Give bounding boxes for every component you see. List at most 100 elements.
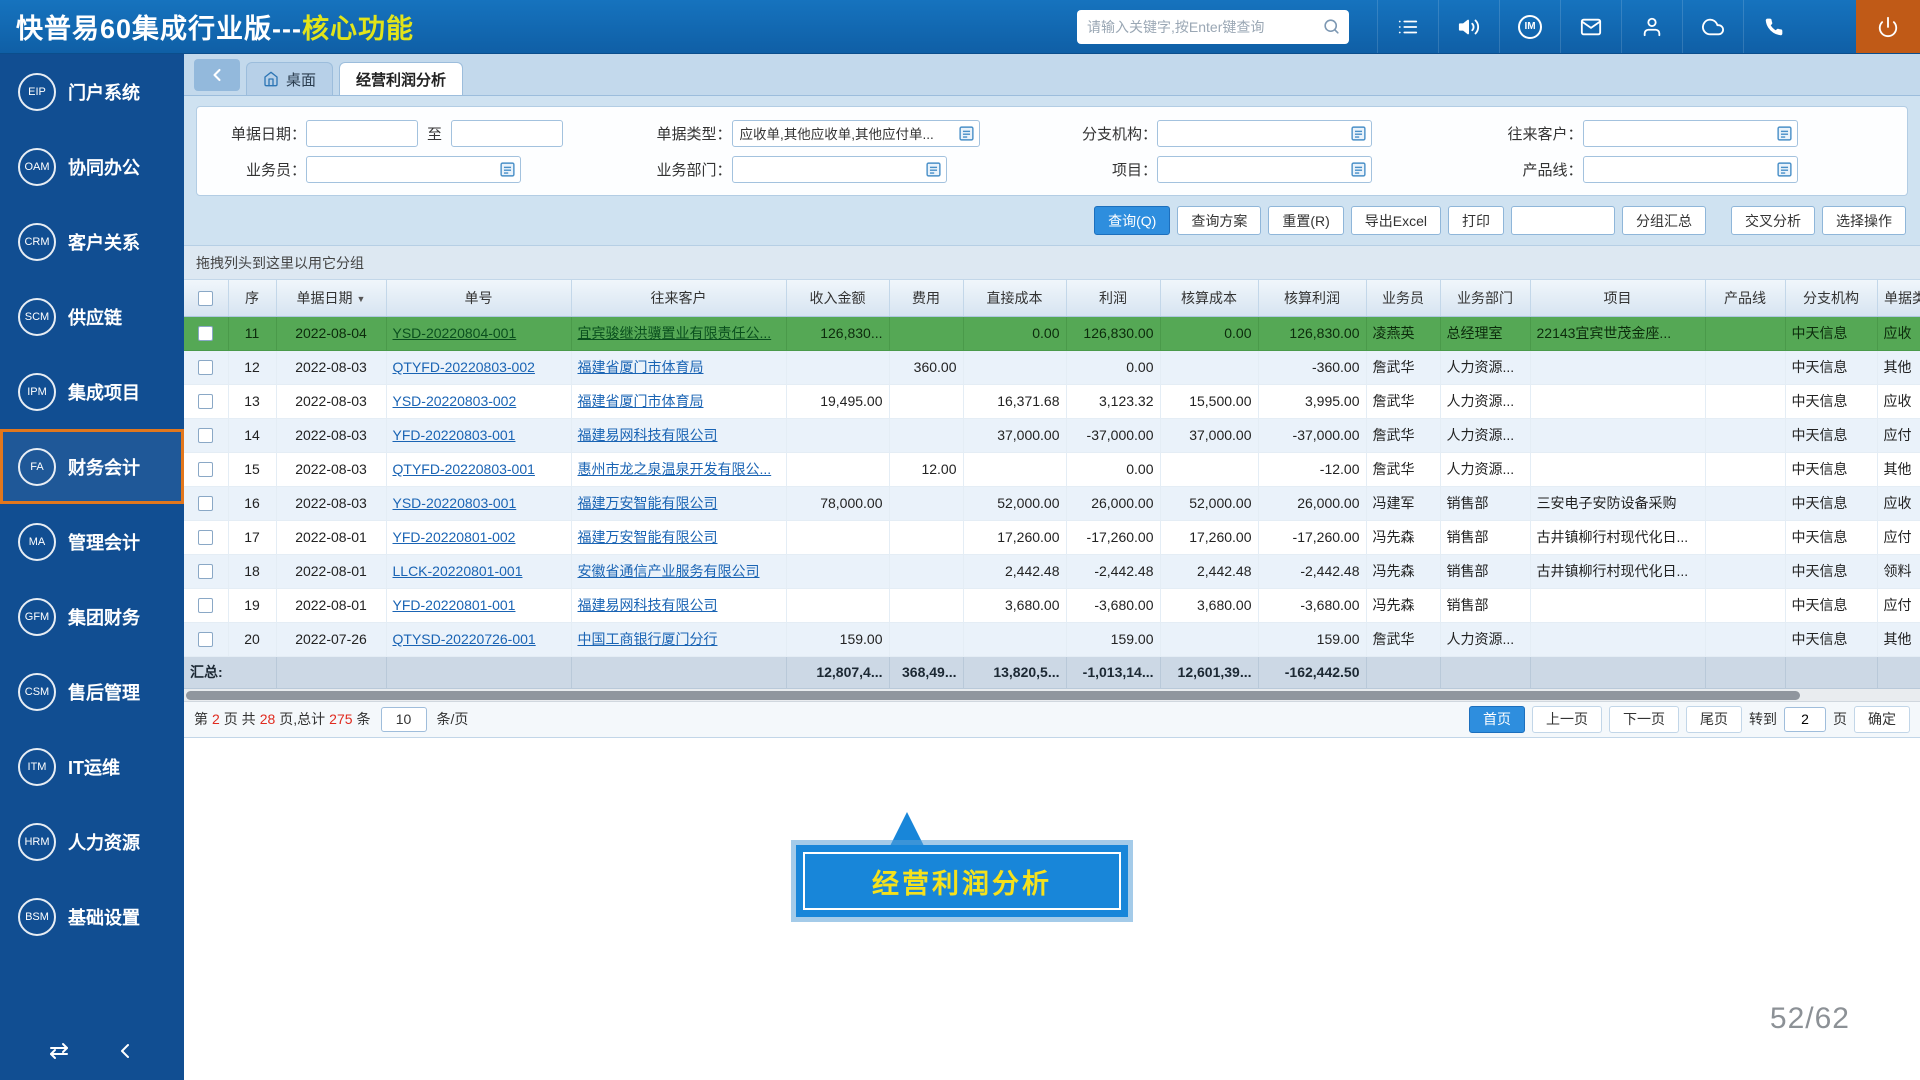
prev-page-button[interactable]: 上一页: [1532, 706, 1602, 733]
doc-no-link[interactable]: YFD-20220801-001: [393, 597, 516, 613]
page-size-select[interactable]: 10: [381, 707, 427, 732]
row-checkbox[interactable]: [198, 632, 213, 647]
project-filter[interactable]: [1157, 156, 1372, 183]
column-header-profit[interactable]: 利润: [1066, 280, 1160, 316]
cross-analysis-button[interactable]: 交叉分析: [1731, 206, 1815, 235]
column-header-direct-cost[interactable]: 直接成本: [963, 280, 1066, 316]
tab-profit-analysis[interactable]: 经营利润分析: [339, 62, 463, 95]
column-header-date[interactable]: 单据日期▼: [276, 280, 386, 316]
query-plan-button[interactable]: 查询方案: [1177, 206, 1261, 235]
column-header-doc-type[interactable]: 单据类型: [1877, 280, 1920, 316]
table-row[interactable]: 142022-08-03YFD-20220803-001福建易网科技有限公司37…: [184, 418, 1920, 452]
column-header-project[interactable]: 项目: [1530, 280, 1705, 316]
sidebar-item-scm[interactable]: SCM供应链: [0, 279, 184, 354]
picker-icon[interactable]: [925, 161, 942, 178]
print-button[interactable]: 打印: [1448, 206, 1504, 235]
date-to-input[interactable]: [451, 120, 563, 147]
customer-link[interactable]: 宜宾骏继洪骥置业有限责任公...: [578, 325, 772, 341]
group-summary-button[interactable]: 分组汇总: [1622, 206, 1706, 235]
picker-icon[interactable]: [1350, 125, 1367, 142]
swap-icon[interactable]: [47, 1039, 71, 1063]
doc-no-link[interactable]: YFD-20220801-002: [393, 529, 516, 545]
goto-confirm-button[interactable]: 确定: [1854, 706, 1910, 733]
table-row[interactable]: 192022-08-01YFD-20220801-001福建易网科技有限公司3,…: [184, 588, 1920, 622]
row-checkbox[interactable]: [198, 598, 213, 613]
collapse-sidebar-icon[interactable]: [113, 1039, 137, 1063]
customer-link[interactable]: 福建易网科技有限公司: [578, 427, 718, 443]
branch-filter[interactable]: [1157, 120, 1372, 147]
sidebar-item-ma[interactable]: MA管理会计: [0, 504, 184, 579]
column-header-income[interactable]: 收入金额: [786, 280, 889, 316]
doc-no-link[interactable]: QTYFD-20220803-001: [393, 461, 535, 477]
phone-icon[interactable]: [1743, 0, 1804, 53]
table-row[interactable]: 132022-08-03YSD-20220803-002福建省厦门市体育局19,…: [184, 384, 1920, 418]
im-icon[interactable]: IM: [1499, 0, 1560, 53]
table-row[interactable]: 172022-08-01YFD-20220801-002福建万安智能有限公司17…: [184, 520, 1920, 554]
customer-link[interactable]: 福建万安智能有限公司: [578, 495, 718, 511]
cloud-icon[interactable]: [1682, 0, 1743, 53]
customer-filter[interactable]: [1583, 120, 1798, 147]
sidebar-item-oam[interactable]: OAM协同办公: [0, 129, 184, 204]
mail-icon[interactable]: [1560, 0, 1621, 53]
doc-no-link[interactable]: YSD-20220803-002: [393, 393, 517, 409]
row-checkbox[interactable]: [198, 496, 213, 511]
table-row[interactable]: 202022-07-26QTYSD-20220726-001中国工商银行厦门分行…: [184, 622, 1920, 656]
table-row[interactable]: 112022-08-04YSD-20220804-001宜宾骏继洪骥置业有限责任…: [184, 316, 1920, 350]
search-input[interactable]: [1087, 19, 1322, 35]
doc-no-link[interactable]: YSD-20220803-001: [393, 495, 517, 511]
user-icon[interactable]: [1621, 0, 1682, 53]
power-icon[interactable]: [1856, 0, 1920, 53]
sidebar-item-eip[interactable]: EIP门户系统: [0, 54, 184, 129]
column-header-department[interactable]: 业务部门: [1440, 280, 1530, 316]
customer-link[interactable]: 中国工商银行厦门分行: [578, 631, 718, 647]
customer-link[interactable]: 福建省厦门市体育局: [578, 393, 704, 409]
sidebar-item-csm[interactable]: CSM售后管理: [0, 654, 184, 729]
column-header-fee[interactable]: 费用: [889, 280, 963, 316]
picker-icon[interactable]: [958, 125, 975, 142]
doc-type-filter[interactable]: 应收单,其他应收单,其他应付单...: [732, 120, 980, 147]
date-from-input[interactable]: [306, 120, 418, 147]
column-header-customer[interactable]: 往来客户: [571, 280, 786, 316]
column-header-product-line[interactable]: 产品线: [1705, 280, 1785, 316]
picker-icon[interactable]: [1350, 161, 1367, 178]
first-page-button[interactable]: 首页: [1469, 706, 1525, 733]
salesperson-filter[interactable]: [306, 156, 521, 183]
column-header-acct-cost[interactable]: 核算成本: [1160, 280, 1258, 316]
customer-link[interactable]: 福建易网科技有限公司: [578, 597, 718, 613]
back-button[interactable]: [194, 59, 240, 91]
row-checkbox[interactable]: [198, 564, 213, 579]
table-row[interactable]: 182022-08-01LLCK-20220801-001安徽省通信产业服务有限…: [184, 554, 1920, 588]
customer-link[interactable]: 福建万安智能有限公司: [578, 529, 718, 545]
group-by-bar[interactable]: 拖拽列头到这里以用它分组: [184, 246, 1920, 280]
product-line-filter[interactable]: [1583, 156, 1798, 183]
customer-link[interactable]: 福建省厦门市体育局: [578, 359, 704, 375]
doc-no-link[interactable]: QTYSD-20220726-001: [393, 631, 536, 647]
sidebar-item-itm[interactable]: ITMIT运维: [0, 729, 184, 804]
last-page-button[interactable]: 尾页: [1686, 706, 1742, 733]
row-checkbox[interactable]: [198, 530, 213, 545]
horizontal-scrollbar[interactable]: [184, 689, 1920, 702]
sidebar-item-crm[interactable]: CRM客户关系: [0, 204, 184, 279]
picker-icon[interactable]: [1776, 125, 1793, 142]
sidebar-item-bsm[interactable]: BSM基础设置: [0, 879, 184, 954]
row-checkbox[interactable]: [198, 326, 213, 341]
global-search[interactable]: [1077, 10, 1349, 44]
search-icon[interactable]: [1322, 17, 1341, 36]
department-filter[interactable]: [732, 156, 947, 183]
select-all-checkbox[interactable]: [198, 291, 213, 306]
speaker-icon[interactable]: [1438, 0, 1499, 53]
row-checkbox[interactable]: [198, 360, 213, 375]
column-header-doc-no[interactable]: 单号: [386, 280, 571, 316]
row-checkbox[interactable]: [198, 394, 213, 409]
sidebar-item-fa[interactable]: FA财务会计: [0, 429, 184, 504]
row-checkbox[interactable]: [198, 428, 213, 443]
customer-link[interactable]: 惠州市龙之泉温泉开发有限公...: [578, 461, 772, 477]
menu-icon[interactable]: [1377, 0, 1438, 53]
doc-no-link[interactable]: QTYFD-20220803-002: [393, 359, 535, 375]
sidebar-item-gfm[interactable]: GFM集团财务: [0, 579, 184, 654]
column-header-salesperson[interactable]: 业务员: [1366, 280, 1440, 316]
column-header-branch[interactable]: 分支机构: [1785, 280, 1877, 316]
doc-no-link[interactable]: LLCK-20220801-001: [393, 563, 523, 579]
sidebar-item-hrm[interactable]: HRM人力资源: [0, 804, 184, 879]
table-row[interactable]: 122022-08-03QTYFD-20220803-002福建省厦门市体育局3…: [184, 350, 1920, 384]
